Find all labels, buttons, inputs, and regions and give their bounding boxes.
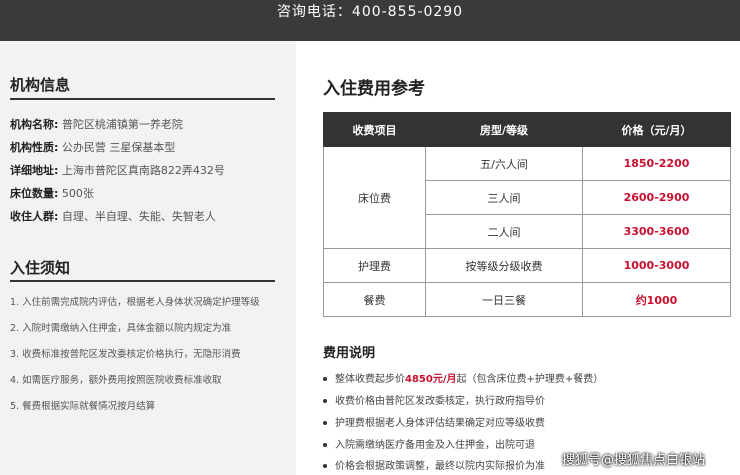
info-row-residents: 收住人群: 自理、半自理、失能、失智老人 xyxy=(10,210,216,223)
info-row-nature: 机构性质: 公办民营 三星保基本型 xyxy=(10,141,176,154)
table-row: 护理费 按等级分级收费 1000-3000 xyxy=(323,248,731,283)
meal-type: 一日三餐 xyxy=(425,282,583,317)
care-fee-label: 护理费 xyxy=(323,248,426,283)
room-price: 1850-2200 xyxy=(582,146,731,181)
meal-price: 约1000 xyxy=(582,282,731,317)
header-type: 房型/等级 xyxy=(425,112,583,147)
notice-item-3: 3. 收费标准按普陀区发改委核定价格执行，无隐形消费 xyxy=(10,349,241,360)
notice-item-2: 2. 入院时需缴纳入住押金，具体金额以院内规定为准 xyxy=(10,323,232,334)
bullet-dot-icon xyxy=(323,377,327,381)
main-content: 入住费用参考 收费项目 房型/等级 价格（元/月） 床位费 五/六人间 1850… xyxy=(296,41,740,475)
room-type: 三人间 xyxy=(425,180,583,215)
fee-table-header: 收费项目 房型/等级 价格（元/月） xyxy=(323,112,731,147)
room-price: 3300-3600 xyxy=(582,214,731,249)
room-price: 2600-2900 xyxy=(582,180,731,215)
info-title: 机构信息 xyxy=(10,76,71,94)
table-row: 餐费 一日三餐 约1000 xyxy=(323,282,731,317)
notice-divider xyxy=(10,280,275,282)
info-row-beds: 床位数量: 500张 xyxy=(10,187,94,200)
bullet-dot-icon xyxy=(323,421,327,425)
start-price: 4850元/月 xyxy=(405,374,457,385)
room-type: 五/六人间 xyxy=(425,146,583,181)
fee-title: 入住费用参考 xyxy=(323,79,425,99)
info-divider xyxy=(10,98,275,100)
fee-note-3: 护理费根据老人身体评估结果确定对应等级收费 xyxy=(323,417,545,430)
fee-note-5: 价格会根据政策调整，最终以院内实际报价为准 xyxy=(323,460,545,473)
consult-phone[interactable]: 咨询电话：400-855-0290 xyxy=(277,4,463,20)
fee-table: 收费项目 房型/等级 价格（元/月） 床位费 五/六人间 1850-2200 三… xyxy=(323,112,731,317)
top-bar: 咨询电话：400-855-0290 xyxy=(0,0,740,41)
bed-fee-label: 床位费 xyxy=(323,146,426,249)
notice-title: 入住须知 xyxy=(10,259,71,277)
bullet-dot-icon xyxy=(323,399,327,403)
notice-item-1: 1. 入住前需完成院内评估，根据老人身体状况确定护理等级 xyxy=(10,297,260,308)
fee-notes-title: 费用说明 xyxy=(323,346,376,361)
room-type: 二人间 xyxy=(425,214,583,249)
sidebar: 机构信息 机构名称: 普陀区桃浦镇第一养老院 机构性质: 公办民营 三星保基本型… xyxy=(0,41,296,475)
care-price: 1000-3000 xyxy=(582,248,731,283)
bullet-dot-icon xyxy=(323,443,327,447)
bullet-dot-icon xyxy=(323,464,327,468)
notice-item-4: 4. 如需医疗服务，额外费用按照医院收费标准收取 xyxy=(10,375,222,386)
notice-item-5: 5. 餐费根据实际就餐情况按月结算 xyxy=(10,401,156,412)
care-type: 按等级分级收费 xyxy=(425,248,583,283)
header-item: 收费项目 xyxy=(323,112,426,147)
meal-fee-label: 餐费 xyxy=(323,282,426,317)
watermark: 搜狐号@搜狐焦点白银站 xyxy=(562,453,706,468)
fee-note-1: 整体收费起步价4850元/月起（包含床位费+护理费+餐费） xyxy=(323,373,603,386)
fee-note-2: 收费价格由普陀区发改委核定，执行政府指导价 xyxy=(323,395,545,408)
fee-note-4: 入院需缴纳医疗备用金及入住押金，出院可退 xyxy=(323,439,535,452)
info-row-name: 机构名称: 普陀区桃浦镇第一养老院 xyxy=(10,118,183,131)
info-row-address: 详细地址: 上海市普陀区真南路822弄432号 xyxy=(10,164,225,177)
table-row: 床位费 五/六人间 1850-2200 xyxy=(323,146,731,249)
header-price: 价格（元/月） xyxy=(582,112,731,147)
